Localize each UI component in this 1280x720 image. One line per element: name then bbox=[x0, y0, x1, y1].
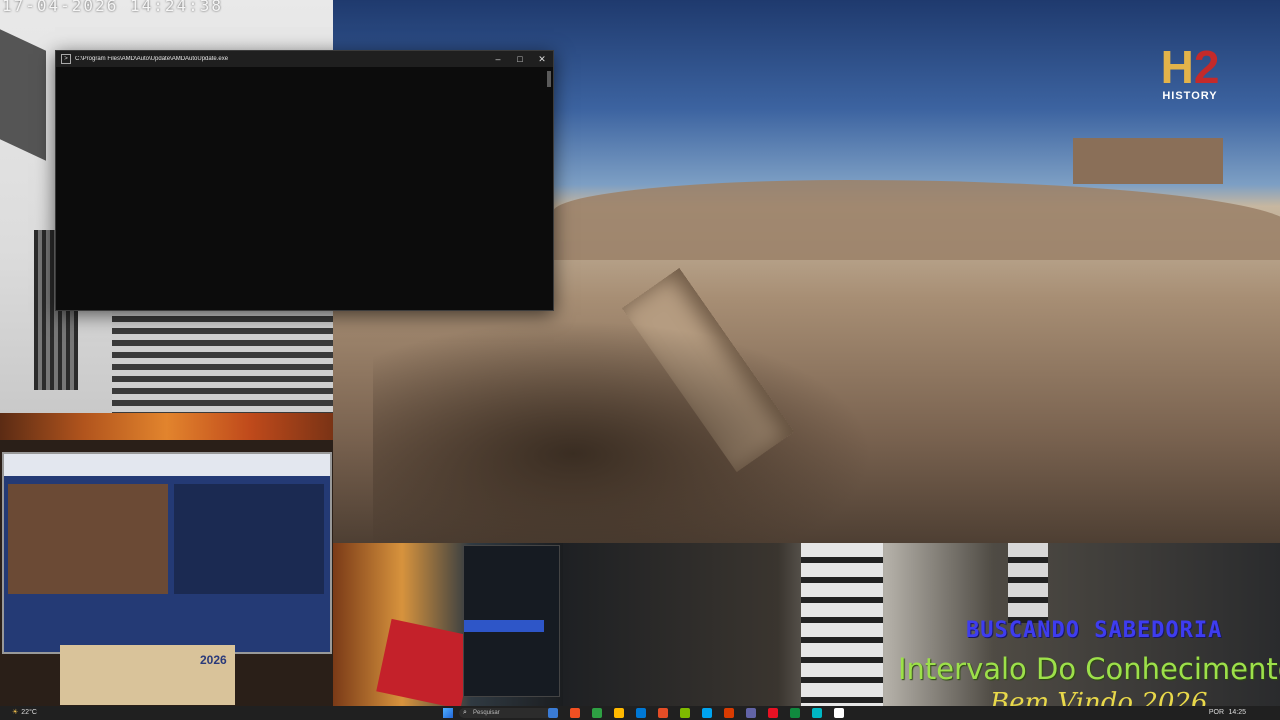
distant-building bbox=[1073, 138, 1223, 184]
close-button[interactable]: ✕ bbox=[531, 51, 553, 67]
calendar-year: 2026 bbox=[200, 653, 227, 667]
taskbar: ☀ 22°C ⌕ Pesquisar POR 14:25 bbox=[0, 706, 1280, 720]
color-strip-feed bbox=[0, 413, 333, 440]
desk-camera-feed bbox=[333, 543, 563, 706]
console-title: C:\Program Files\AMD\Auto\Update\AMDAuto… bbox=[75, 56, 229, 62]
taskbar-app-icon[interactable] bbox=[724, 708, 734, 718]
taskbar-app-icon[interactable] bbox=[570, 708, 580, 718]
maximize-button[interactable]: □ bbox=[509, 51, 531, 67]
taskbar-app-icon[interactable] bbox=[834, 708, 844, 718]
logo-number: 2 bbox=[1193, 41, 1220, 93]
console-output[interactable] bbox=[56, 67, 553, 310]
overlay-subtitle: Intervalo Do Conhecimento bbox=[898, 652, 1280, 686]
search-input[interactable]: ⌕ Pesquisar bbox=[459, 708, 553, 718]
logo-mark: H2 bbox=[1158, 44, 1222, 90]
taskbar-app-icon[interactable] bbox=[658, 708, 668, 718]
h2-history-logo: H2 HISTORY bbox=[1158, 44, 1222, 102]
video-thumbnail bbox=[8, 484, 168, 594]
laptop-screen-feed: 2026 bbox=[0, 440, 333, 720]
taskbar-app-icon[interactable] bbox=[548, 708, 558, 718]
wall-equipment bbox=[0, 29, 46, 161]
console-window[interactable]: > C:\Program Files\AMD\Auto\Update\AMDAu… bbox=[55, 50, 554, 311]
laptop-screen bbox=[2, 452, 332, 654]
taskbar-app-icon[interactable] bbox=[702, 708, 712, 718]
browser-bar bbox=[4, 454, 330, 476]
taskbar-app-icon[interactable] bbox=[790, 708, 800, 718]
red-box bbox=[376, 618, 476, 706]
monitor bbox=[463, 545, 560, 697]
monitor-highlight bbox=[464, 620, 544, 632]
logo-network: HISTORY bbox=[1162, 90, 1218, 102]
taskbar-app-icon[interactable] bbox=[592, 708, 602, 718]
console-scrollbar[interactable] bbox=[547, 71, 551, 87]
taskbar-app-icon[interactable] bbox=[680, 708, 690, 718]
taskbar-app-icon[interactable] bbox=[636, 708, 646, 718]
rock-shadow bbox=[373, 320, 873, 543]
window-grid bbox=[801, 543, 883, 706]
taskbar-app-icon[interactable] bbox=[746, 708, 756, 718]
minimize-button[interactable]: – bbox=[487, 51, 509, 67]
rock-ridge bbox=[553, 180, 1280, 260]
console-icon: > bbox=[61, 54, 71, 64]
console-titlebar[interactable]: > C:\Program Files\AMD\Auto\Update\AMDAu… bbox=[56, 51, 553, 67]
start-button[interactable] bbox=[443, 708, 453, 718]
weather-temp: 22°C bbox=[21, 709, 37, 716]
overlay-title: BUSCANDO SABEDORIA bbox=[966, 618, 1223, 643]
garage-gate bbox=[112, 310, 333, 413]
weather-widget[interactable]: ☀ 22°C bbox=[12, 706, 37, 720]
camera-timestamp: 17-04-2026 14:24:38 bbox=[2, 0, 224, 15]
sun-icon: ☀ bbox=[12, 709, 19, 716]
search-icon: ⌕ bbox=[463, 709, 467, 716]
overlay-caption: BUSCANDO SABEDORIA Intervalo Do Conhecim… bbox=[898, 618, 1280, 720]
tray-language[interactable]: POR bbox=[1209, 706, 1224, 720]
taskbar-app-icon[interactable] bbox=[812, 708, 822, 718]
search-placeholder: Pesquisar bbox=[473, 710, 500, 716]
video-thumbnail bbox=[174, 484, 324, 594]
taskbar-app-icon[interactable] bbox=[768, 708, 778, 718]
clock[interactable]: 14:25 bbox=[1228, 706, 1246, 720]
taskbar-app-icon[interactable] bbox=[614, 708, 624, 718]
window-grid bbox=[1008, 543, 1048, 623]
logo-letter: H bbox=[1160, 41, 1194, 93]
